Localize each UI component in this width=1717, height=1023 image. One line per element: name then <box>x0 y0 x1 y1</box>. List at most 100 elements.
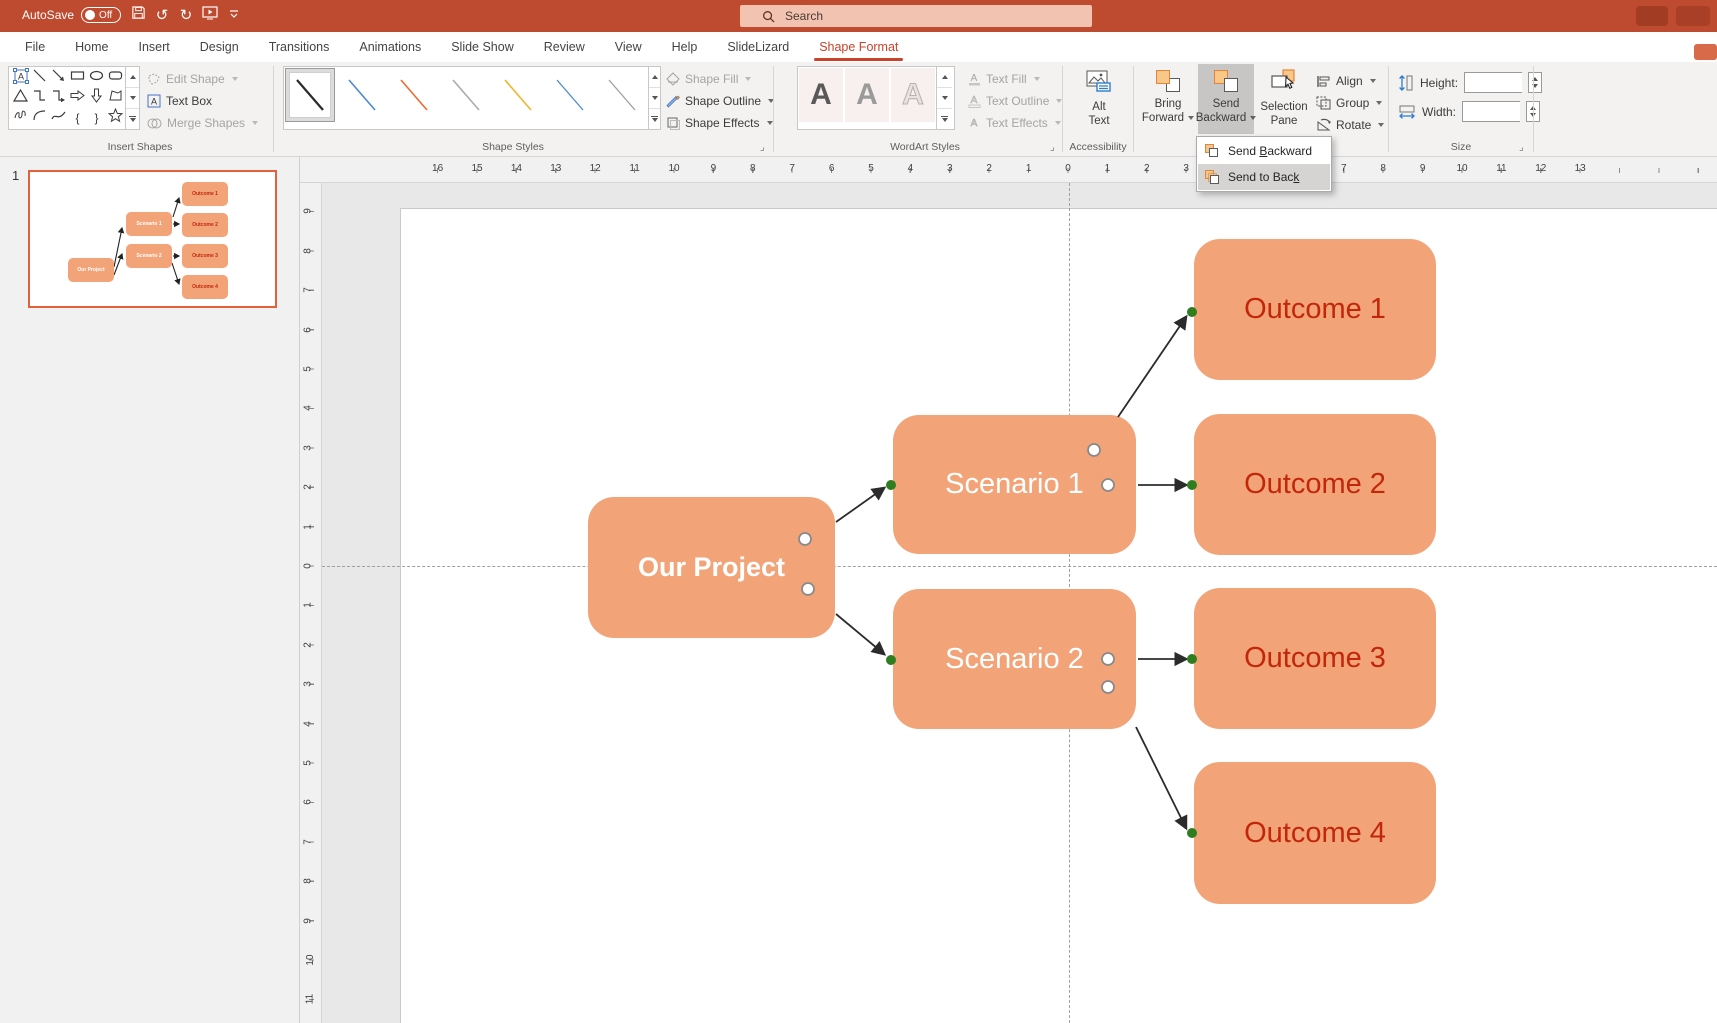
shape-scenario2[interactable]: Scenario 2 <box>893 589 1136 729</box>
gallery-scroll-up-button[interactable] <box>126 67 139 88</box>
wordart-style-swatch[interactable]: A <box>799 68 843 122</box>
ruler-number: 8 <box>1380 163 1386 174</box>
rotate-button[interactable]: Rotate <box>1316 114 1384 136</box>
align-button[interactable]: Align <box>1316 70 1376 92</box>
rectangle-shape-icon[interactable] <box>70 68 85 88</box>
textbox-shape-icon[interactable]: A <box>13 68 29 89</box>
shape-fill-label: Shape Fill <box>685 72 738 86</box>
edit-shape-button[interactable]: Edit Shape <box>147 68 238 90</box>
right-arrow-shape-icon[interactable] <box>70 88 85 108</box>
line-shape-icon[interactable] <box>32 68 47 88</box>
shape-label: Our Project <box>638 552 785 583</box>
menu-item-send-to-back[interactable]: Send to Back <box>1198 164 1330 190</box>
tab-insert[interactable]: Insert <box>124 33 185 62</box>
bring-forward-button[interactable]: Bring Forward <box>1140 64 1196 134</box>
tab-slide-show[interactable]: Slide Show <box>436 33 529 62</box>
ruler-number: 6 <box>829 163 835 174</box>
menu-item-send-backward[interactable]: Send Backward <box>1198 138 1330 164</box>
selection-pane-button[interactable]: Selection Pane <box>1256 64 1312 134</box>
rounded-rectangle-shape-icon[interactable] <box>108 68 123 88</box>
alt-text-button[interactable]: Alt Text <box>1071 64 1127 134</box>
line-style-swatch[interactable] <box>441 68 491 122</box>
tab-transitions[interactable]: Transitions <box>254 33 345 62</box>
scribble-shape-icon[interactable] <box>13 108 28 128</box>
shape-effects-button[interactable]: Shape Effects <box>666 112 773 134</box>
titlebar-right-control[interactable] <box>1676 6 1710 26</box>
gallery-scroll-up-button[interactable] <box>937 67 952 88</box>
tab-view[interactable]: View <box>600 33 657 62</box>
shape-outcome2[interactable]: Outcome 2 <box>1194 414 1436 555</box>
arc-shape-icon[interactable] <box>32 108 47 128</box>
right-brace-shape-icon[interactable]: } <box>94 111 98 125</box>
gallery-scroll-down-button[interactable] <box>649 88 660 109</box>
wordart-style-swatch[interactable]: A <box>845 68 889 122</box>
text-fill-button[interactable]: A Text Fill <box>968 68 1040 90</box>
shape-outcome4[interactable]: Outcome 4 <box>1194 762 1436 904</box>
merge-shapes-icon <box>147 117 162 130</box>
width-input[interactable] <box>1462 101 1520 122</box>
ruler-number: 16 <box>432 163 443 174</box>
arrow-shape-icon[interactable] <box>51 68 66 88</box>
ruler-ticks <box>418 168 1700 173</box>
line-style-swatch[interactable] <box>597 68 647 122</box>
merge-shapes-button[interactable]: Merge Shapes <box>147 112 258 134</box>
gallery-more-button[interactable] <box>937 109 952 129</box>
gallery-scroll-down-button[interactable] <box>937 88 952 109</box>
vertical-ruler: 98765432101234567891011 <box>300 183 322 1023</box>
wordart-swatches: A A A <box>798 67 936 129</box>
thumb-shape-outcome1: Outcome 1 <box>182 182 228 206</box>
shape-scenario1[interactable]: Scenario 1 <box>893 415 1136 554</box>
height-input[interactable] <box>1464 72 1522 93</box>
star-shape-icon[interactable] <box>108 108 123 128</box>
shape-our-project[interactable]: Our Project <box>588 497 835 638</box>
shape-outcome3[interactable]: Outcome 3 <box>1194 588 1436 729</box>
gallery-more-button[interactable] <box>649 109 660 129</box>
freeform-shape-icon[interactable] <box>108 88 123 108</box>
slide-thumbnail[interactable]: Our Project Scenario 1 Scenario 2 Outcom… <box>28 170 277 308</box>
gallery-more-button[interactable] <box>126 109 139 129</box>
shape-outline-button[interactable]: Shape Outline <box>666 90 774 112</box>
text-box-button[interactable]: A Text Box <box>147 90 212 112</box>
horizontal-ruler: 1615141312111098765432101234567891011121… <box>300 157 1717 183</box>
down-arrow-shape-icon[interactable] <box>89 88 104 108</box>
gallery-scroll-up-button[interactable] <box>649 67 660 88</box>
line-style-swatch[interactable] <box>545 68 595 122</box>
wordart-dialog-launcher[interactable]: ⌟ <box>1050 142 1055 153</box>
left-brace-shape-icon[interactable]: { <box>75 111 79 125</box>
tab-help[interactable]: Help <box>657 33 713 62</box>
elbow-connector-icon[interactable] <box>32 88 47 108</box>
shape-effects-icon <box>666 116 680 130</box>
triangle-shape-icon[interactable] <box>13 88 28 108</box>
ruler-number: 7 <box>302 287 313 293</box>
curve-shape-icon[interactable] <box>51 108 66 128</box>
shape-fill-button[interactable]: Shape Fill <box>666 68 751 90</box>
tab-design[interactable]: Design <box>185 33 254 62</box>
height-spinner[interactable] <box>1528 72 1542 93</box>
tab-shape-format[interactable]: Shape Format <box>804 33 913 62</box>
size-dialog-launcher[interactable]: ⌟ <box>1519 142 1524 153</box>
line-style-swatch-selected[interactable] <box>285 68 335 122</box>
selection-pane-label: Selection <box>1260 100 1307 114</box>
tab-home[interactable]: Home <box>60 33 123 62</box>
text-outline-button[interactable]: A Text Outline <box>968 90 1062 112</box>
wordart-style-swatch[interactable]: A <box>891 68 935 122</box>
tab-file[interactable]: File <box>10 33 60 62</box>
oval-shape-icon[interactable] <box>89 68 104 88</box>
horizontal-guide[interactable] <box>322 566 1717 567</box>
gallery-scroll-down-button[interactable] <box>126 88 139 109</box>
shape-styles-dialog-launcher[interactable]: ⌟ <box>760 142 765 153</box>
line-style-swatch[interactable] <box>493 68 543 122</box>
search-box[interactable]: Search <box>740 5 1092 27</box>
tab-animations[interactable]: Animations <box>344 33 436 62</box>
send-backward-button[interactable]: Send Backward <box>1198 64 1254 134</box>
text-effects-button[interactable]: A Text Effects <box>968 112 1061 134</box>
group-separator <box>1533 66 1534 152</box>
titlebar-right-control[interactable] <box>1636 6 1668 26</box>
shape-outcome1[interactable]: Outcome 1 <box>1194 239 1436 380</box>
group-button[interactable]: Group <box>1316 92 1382 114</box>
tab-review[interactable]: Review <box>529 33 600 62</box>
tab-slidelizard[interactable]: SlideLizard <box>712 33 804 62</box>
elbow-arrow-connector-icon[interactable] <box>51 88 66 108</box>
line-style-swatch[interactable] <box>337 68 387 122</box>
line-style-swatch[interactable] <box>389 68 439 122</box>
